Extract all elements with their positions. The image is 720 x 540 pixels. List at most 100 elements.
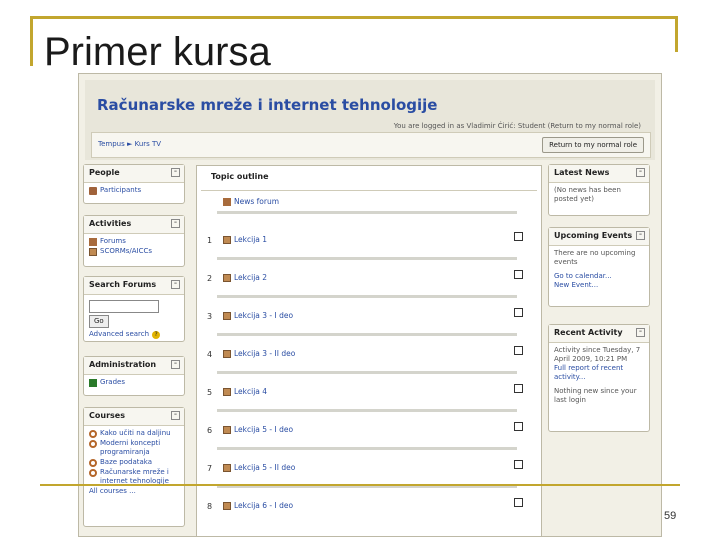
- resource-icon: [223, 502, 231, 510]
- login-info: You are logged in as Vladimir Ćirić: Stu…: [393, 122, 641, 130]
- course-link[interactable]: Baze podataka: [100, 458, 152, 467]
- course-icon: [89, 459, 97, 467]
- site-header: Računarske mreže i internet tehnologije …: [85, 80, 655, 160]
- nothing-new-text: Nothing new since your last login: [554, 387, 637, 404]
- divider: [217, 333, 517, 336]
- latest-news-title: Latest News: [554, 168, 610, 177]
- site-title[interactable]: Računarske mreže i internet tehnologije: [97, 96, 437, 114]
- search-input[interactable]: [89, 300, 159, 313]
- collapse-icon[interactable]: –: [171, 219, 180, 228]
- go-to-calendar-link[interactable]: Go to calendar...: [554, 272, 644, 281]
- topic-row: 2 Lekcija 2: [201, 268, 533, 306]
- scorms-link[interactable]: SCORMs/AICCs: [100, 247, 152, 256]
- collapse-icon[interactable]: –: [171, 411, 180, 420]
- page-number: 59: [664, 510, 677, 522]
- course-link[interactable]: Kako učiti na daljinu: [100, 429, 171, 438]
- highlight-checkbox[interactable]: [514, 308, 523, 317]
- forums-link[interactable]: Forums: [100, 237, 126, 246]
- collapse-icon[interactable]: –: [636, 168, 645, 177]
- collapse-icon[interactable]: –: [636, 231, 645, 240]
- resource-icon: [223, 388, 231, 396]
- search-forums-block: Search Forums – Go Advanced search?: [83, 276, 185, 342]
- highlight-checkbox[interactable]: [514, 498, 523, 507]
- administration-title: Administration: [89, 360, 157, 369]
- topic-row: 6 Lekcija 5 - I deo: [201, 420, 533, 458]
- topic-number: 2: [207, 274, 213, 283]
- highlight-checkbox[interactable]: [514, 422, 523, 431]
- resource-icon: [223, 426, 231, 434]
- highlight-checkbox[interactable]: [514, 232, 523, 241]
- administration-block: Administration – Grades: [83, 356, 185, 396]
- topic-row: 8 Lekcija 6 - I deo: [201, 496, 533, 534]
- highlight-checkbox[interactable]: [514, 346, 523, 355]
- course-icon: [89, 440, 97, 448]
- courses-title: Courses: [89, 411, 125, 420]
- divider: [217, 371, 517, 374]
- slide-title: Primer kursa: [44, 30, 271, 74]
- activity-since: Activity since Tuesday, 7 April 2009, 10…: [554, 346, 641, 363]
- participants-link[interactable]: Participants: [100, 186, 141, 195]
- collapse-icon[interactable]: –: [171, 360, 180, 369]
- topic-link[interactable]: Lekcija 6 - I deo: [234, 501, 293, 510]
- resource-icon: [223, 464, 231, 472]
- return-role-button[interactable]: Return to my normal role: [542, 137, 644, 153]
- topic-link[interactable]: Lekcija 1: [234, 235, 267, 244]
- new-event-link[interactable]: New Event...: [554, 281, 644, 290]
- topic-link[interactable]: Lekcija 3 - I deo: [234, 311, 293, 320]
- latest-news-block: Latest News – (No news has been posted ye…: [548, 164, 650, 216]
- decor-line-top: [30, 16, 677, 19]
- divider: [217, 447, 517, 450]
- highlight-checkbox[interactable]: [514, 270, 523, 279]
- activities-block: Activities – Forums SCORMs/AICCs: [83, 215, 185, 267]
- recent-activity-block: Recent Activity – Activity since Tuesday,…: [548, 324, 650, 432]
- navbar: Tempus ► Kurs TV Return to my normal rol…: [91, 132, 651, 158]
- divider: [217, 409, 517, 412]
- topic-link[interactable]: Lekcija 3 - II deo: [234, 349, 295, 358]
- topic-link[interactable]: Lekcija 5 - I deo: [234, 425, 293, 434]
- help-icon[interactable]: ?: [152, 331, 161, 339]
- collapse-icon[interactable]: –: [636, 328, 645, 337]
- upcoming-events-block: Upcoming Events – There are no upcoming e…: [548, 227, 650, 307]
- go-button[interactable]: Go: [89, 315, 109, 328]
- topic-link[interactable]: Lekcija 2: [234, 273, 267, 282]
- topic-row: 1 Lekcija 1: [201, 230, 533, 268]
- course-page-screenshot: Računarske mreže i internet tehnologije …: [78, 73, 662, 537]
- highlight-checkbox[interactable]: [514, 460, 523, 469]
- resource-icon: [223, 274, 231, 282]
- course-icon: [89, 469, 97, 477]
- topic-outline: Topic outline News forum 1 Lekcija 1 2 L…: [196, 165, 542, 536]
- highlight-checkbox[interactable]: [514, 384, 523, 393]
- grades-icon: [89, 379, 97, 387]
- all-courses-link[interactable]: All courses ...: [89, 487, 136, 496]
- search-title: Search Forums: [89, 280, 157, 289]
- course-icon: [89, 430, 97, 438]
- scorm-icon: [89, 248, 97, 256]
- topic-link[interactable]: Lekcija 5 - II deo: [234, 463, 295, 472]
- topic-row: News forum: [201, 192, 533, 222]
- resource-icon: [223, 350, 231, 358]
- full-report-link[interactable]: Full report of recent activity...: [554, 364, 644, 382]
- news-forum-link[interactable]: News forum: [234, 197, 279, 206]
- decor-line-right: [675, 16, 678, 52]
- topic-number: 8: [207, 502, 213, 511]
- collapse-icon[interactable]: –: [171, 280, 180, 289]
- topic-number: 1: [207, 236, 213, 245]
- topic-number: 6: [207, 426, 213, 435]
- topic-row: 5 Lekcija 4: [201, 382, 533, 420]
- topic-outline-title: Topic outline: [201, 166, 537, 191]
- topic-link[interactable]: Lekcija 4: [234, 387, 267, 396]
- collapse-icon[interactable]: –: [171, 168, 180, 177]
- grades-link[interactable]: Grades: [100, 378, 125, 387]
- advanced-search-link[interactable]: Advanced search: [89, 330, 149, 339]
- divider: [217, 257, 517, 260]
- forum-icon: [89, 238, 97, 246]
- activities-title: Activities: [89, 219, 132, 228]
- topic-row: 4 Lekcija 3 - II deo: [201, 344, 533, 382]
- topic-number: 5: [207, 388, 213, 397]
- upcoming-title: Upcoming Events: [554, 231, 633, 240]
- topic-number: 3: [207, 312, 213, 321]
- breadcrumb[interactable]: Tempus ► Kurs TV: [98, 140, 161, 148]
- resource-icon: [223, 236, 231, 244]
- course-link[interactable]: Moderni koncepti programiranja: [100, 439, 179, 457]
- topic-number: 4: [207, 350, 213, 359]
